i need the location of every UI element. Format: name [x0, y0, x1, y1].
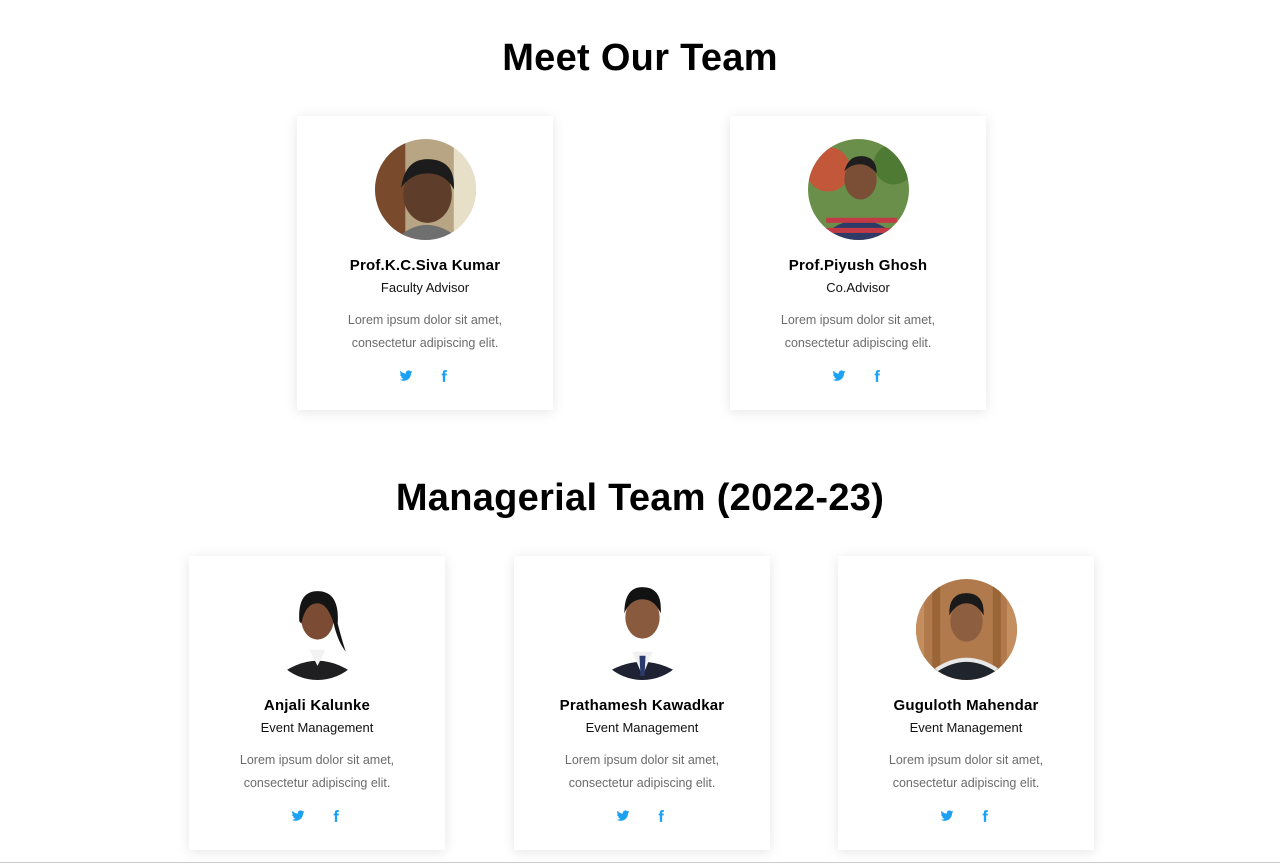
- avatar-photo: [375, 139, 476, 240]
- twitter-icon[interactable]: [291, 809, 305, 823]
- managerial-team-heading: Managerial Team (2022-23): [395, 477, 885, 519]
- member-description: Lorem ipsum dolor sit amet, consectetur …: [750, 309, 966, 355]
- member-role: Event Management: [585, 720, 699, 735]
- description-line: consectetur adipiscing elit.: [784, 336, 932, 350]
- facebook-icon[interactable]: [870, 369, 884, 383]
- facebook-icon[interactable]: [329, 809, 343, 823]
- member-description: Lorem ipsum dolor sit amet, consectetur …: [534, 749, 750, 795]
- member-role: Co.Advisor: [826, 280, 890, 295]
- description-line: Lorem ipsum dolor sit amet,: [564, 753, 720, 767]
- member-name: Prof.Piyush Ghosh: [788, 257, 928, 274]
- avatar-photo: [592, 579, 693, 680]
- twitter-icon[interactable]: [399, 369, 413, 383]
- social-links: [189, 809, 445, 825]
- avatar-photo: [916, 579, 1017, 680]
- social-links: [297, 369, 553, 385]
- avatar-photo: [267, 579, 368, 680]
- twitter-icon[interactable]: [616, 809, 630, 823]
- page-bottom-divider: [0, 862, 1280, 863]
- team-card-guguloth-mahendar: Guguloth Mahendar Event Management Lorem…: [838, 556, 1094, 850]
- description-line: consectetur adipiscing elit.: [243, 776, 391, 790]
- member-role: Event Management: [260, 720, 374, 735]
- description-line: Lorem ipsum dolor sit amet,: [888, 753, 1044, 767]
- team-card-siva-kumar: Prof.K.C.Siva Kumar Faculty Advisor Lore…: [297, 116, 553, 410]
- team-card-prathamesh-kawadkar: Prathamesh Kawadkar Event Management Lor…: [514, 556, 770, 850]
- team-card-piyush-ghosh: Prof.Piyush Ghosh Co.Advisor Lorem ipsum…: [730, 116, 986, 410]
- member-name: Prof.K.C.Siva Kumar: [349, 257, 501, 274]
- social-links: [838, 809, 1094, 825]
- social-links: [514, 809, 770, 825]
- member-name: Anjali Kalunke: [263, 697, 371, 714]
- description-line: consectetur adipiscing elit.: [568, 776, 716, 790]
- team-card-anjali-kalunke: Anjali Kalunke Event Management Lorem ip…: [189, 556, 445, 850]
- description-line: consectetur adipiscing elit.: [351, 336, 499, 350]
- member-role: Event Management: [909, 720, 1023, 735]
- twitter-icon[interactable]: [832, 369, 846, 383]
- description-line: Lorem ipsum dolor sit amet,: [239, 753, 395, 767]
- description-line: consectetur adipiscing elit.: [892, 776, 1040, 790]
- member-name: Guguloth Mahendar: [893, 697, 1039, 714]
- facebook-icon[interactable]: [654, 809, 668, 823]
- member-role: Faculty Advisor: [380, 280, 470, 295]
- avatar-photo: [808, 139, 909, 240]
- facebook-icon[interactable]: [437, 369, 451, 383]
- meet-our-team-heading: Meet Our Team: [502, 37, 778, 79]
- social-links: [730, 369, 986, 385]
- team-page: Meet Our Team Prof.K.C.Siva Kumar Facult…: [0, 0, 1280, 866]
- twitter-icon[interactable]: [940, 809, 954, 823]
- facebook-icon[interactable]: [978, 809, 992, 823]
- member-description: Lorem ipsum dolor sit amet, consectetur …: [209, 749, 425, 795]
- description-line: Lorem ipsum dolor sit amet,: [347, 313, 503, 327]
- member-name: Prathamesh Kawadkar: [559, 697, 725, 714]
- member-description: Lorem ipsum dolor sit amet, consectetur …: [317, 309, 533, 355]
- description-line: Lorem ipsum dolor sit amet,: [780, 313, 936, 327]
- member-description: Lorem ipsum dolor sit amet, consectetur …: [858, 749, 1074, 795]
